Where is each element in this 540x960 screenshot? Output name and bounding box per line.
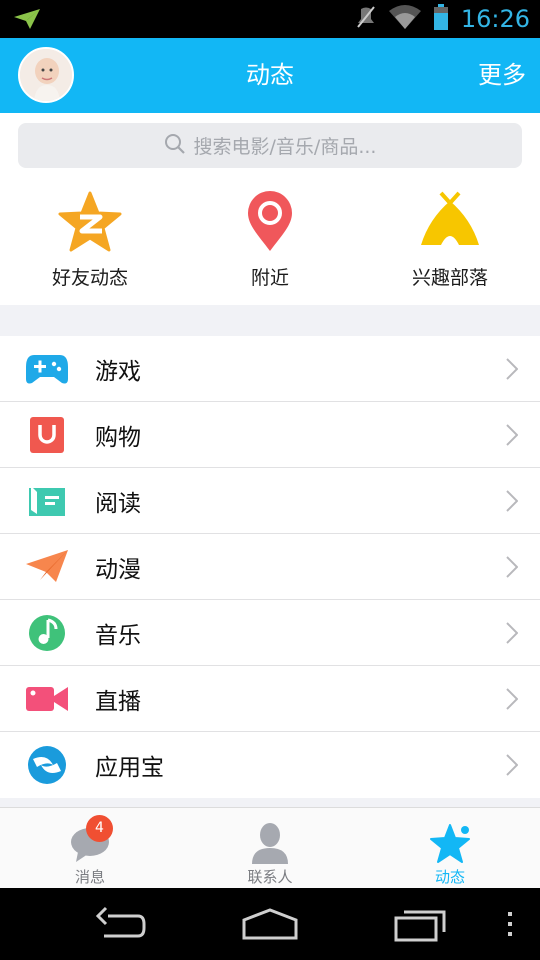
list-item-app-store[interactable]: 应用宝	[0, 732, 540, 798]
search-placeholder: 搜索电影/音乐/商品...	[193, 136, 377, 158]
gamepad-icon	[26, 349, 68, 389]
quick-action-label: 好友动态	[51, 267, 128, 289]
list-item-games[interactable]: 游戏	[0, 336, 540, 402]
list-item-label: 游戏	[95, 358, 141, 385]
unread-badge: 4	[86, 815, 113, 842]
avatar[interactable]	[18, 47, 74, 103]
clock-time: 16:26	[460, 5, 530, 33]
book-icon	[26, 481, 68, 521]
feed-star-icon	[360, 808, 540, 864]
list-item-reading[interactable]: 阅读	[0, 468, 540, 534]
quick-action-interest-tribe[interactable]: 兴趣部落	[360, 191, 540, 290]
tab-messages[interactable]: 4 消息	[0, 808, 180, 888]
chevron-right-icon	[506, 754, 519, 780]
quick-action-friend-feed[interactable]: 好友动态	[0, 191, 180, 290]
tribe-tent-icon	[360, 191, 540, 255]
home-icon[interactable]	[242, 906, 298, 946]
list-item-music[interactable]: 音乐	[0, 600, 540, 666]
search-input[interactable]: 搜索电影/音乐/商品...	[18, 123, 522, 168]
battery-icon	[433, 4, 449, 34]
list-item-label: 阅读	[95, 490, 141, 517]
video-camera-icon	[26, 679, 68, 719]
person-icon	[180, 808, 360, 864]
quick-action-label: 兴趣部落	[411, 267, 488, 289]
system-nav-bar	[0, 888, 540, 960]
app-store-icon	[26, 745, 68, 785]
list-item-label: 购物	[95, 424, 141, 451]
list-item-label: 应用宝	[95, 755, 164, 781]
status-bar: 16:26	[0, 0, 540, 38]
list-item-live[interactable]: 直播	[0, 666, 540, 732]
tab-label: 消息	[74, 868, 105, 886]
tab-contacts[interactable]: 联系人	[180, 808, 360, 888]
top-panel: 搜索电影/音乐/商品... 好友动态 附近 兴趣部落	[0, 113, 540, 305]
send-icon	[14, 9, 40, 33]
chevron-right-icon	[506, 622, 519, 648]
back-icon[interactable]	[94, 906, 146, 946]
qzone-star-icon	[0, 191, 180, 255]
list-item-label: 动漫	[95, 556, 141, 583]
recent-apps-icon[interactable]	[394, 906, 448, 946]
list-item-anime[interactable]: 动漫	[0, 534, 540, 600]
page-title: 动态	[246, 61, 294, 89]
chat-bubble-icon: 4	[0, 808, 180, 864]
paper-plane-icon	[26, 547, 68, 587]
title-bar: 动态 更多	[0, 38, 540, 113]
quick-action-nearby[interactable]: 附近	[180, 191, 360, 290]
feature-list: 游戏 购物 阅读 动漫 音乐 直播 应用宝	[0, 336, 540, 798]
overflow-menu-icon[interactable]	[506, 912, 514, 942]
list-item-label: 音乐	[95, 622, 141, 649]
chevron-right-icon	[506, 490, 519, 516]
quick-action-label: 附近	[250, 267, 289, 289]
chevron-right-icon	[506, 358, 519, 384]
list-item-label: 直播	[95, 688, 141, 715]
chevron-right-icon	[506, 556, 519, 582]
list-item-shopping[interactable]: 购物	[0, 402, 540, 468]
mute-icon	[355, 5, 377, 33]
tab-feed[interactable]: 动态	[360, 808, 540, 888]
tab-label: 动态	[434, 868, 465, 886]
wifi-icon	[388, 5, 421, 33]
more-button[interactable]: 更多	[478, 38, 526, 113]
shopping-bag-icon	[26, 415, 68, 455]
tab-label: 联系人	[247, 868, 293, 886]
music-note-icon	[26, 613, 68, 653]
search-icon	[164, 133, 186, 159]
chevron-right-icon	[506, 424, 519, 450]
bottom-tab-bar: 4 消息 联系人 动态	[0, 807, 540, 888]
location-pin-icon	[180, 191, 360, 255]
chevron-right-icon	[506, 688, 519, 714]
